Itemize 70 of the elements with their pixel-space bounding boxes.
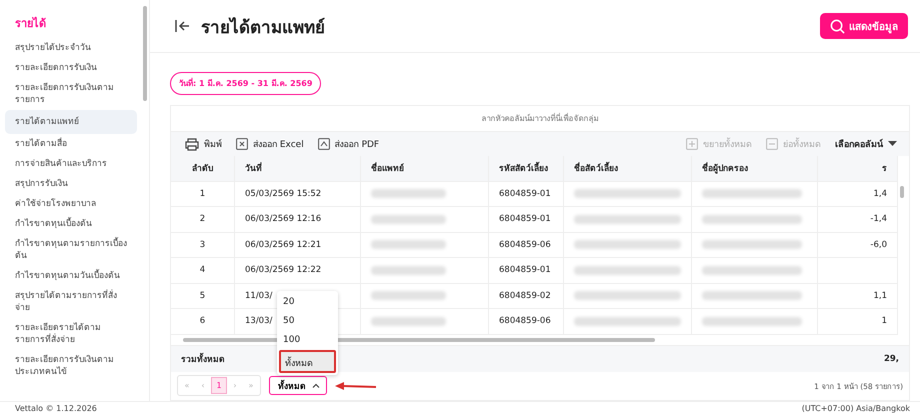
column-header[interactable]: รหัสสัตว์เลี้ยง (489, 156, 564, 180)
document-file-icon (318, 138, 330, 150)
sidebar-item[interactable]: สรุปการรับเงิน (5, 174, 137, 194)
toolbar-button[interactable]: ส่งออก PDF (316, 135, 382, 153)
sidebar-item[interactable]: รายละเอียดการรับเงินตามรายการ (5, 78, 137, 110)
table-cell: -1,4 (818, 207, 898, 232)
sidebar-item[interactable]: สรุปรายได้ประจำวัน (5, 38, 137, 58)
caret-down-icon (888, 141, 897, 147)
table-cell: 1,1 (818, 284, 898, 308)
table-cell: 6804859-01 (489, 207, 564, 232)
sidebar-item[interactable]: กำไรขาดทุนตามรายการเบื้องต้น (5, 234, 137, 266)
annotation-arrow (335, 382, 377, 390)
table-cell: 6804859-02 (489, 284, 564, 308)
sidebar-item[interactable]: รายได้ตามแพทย์ (5, 110, 137, 134)
sidebar-item[interactable]: กำไรขาดทุนตามวันเบื้องต้น (5, 266, 137, 286)
toolbar-button[interactable]: เลือกคอลัมน์ (833, 135, 899, 153)
search-icon (830, 18, 845, 34)
toolbar-button[interactable]: ส่งออก Excel (234, 135, 306, 153)
printer-icon (185, 138, 199, 150)
date-range-chip: วันที่: 1 มี.ค. 2569 - 31 มี.ค. 2569 (170, 72, 322, 95)
sidebar-item[interactable]: รายละเอียดการรับเงินตามประเภทคนไข้ (5, 350, 137, 382)
table-cell: 2 (171, 207, 235, 232)
sidebar-section-title: รายได้ (14, 16, 47, 32)
column-header[interactable]: ลำดับ (171, 156, 235, 180)
minus-square-icon (766, 138, 778, 150)
spreadsheet-file-icon (236, 138, 248, 150)
table-cell: 05/03/2569 15:52 (235, 182, 361, 206)
table-cell: 6804859-06 (489, 309, 564, 334)
table-cell: 6804859-01 (489, 182, 564, 206)
vertical-scrollbar[interactable] (900, 186, 904, 198)
collapse-arrow-icon[interactable] (175, 19, 191, 33)
table-cell: 6804859-01 (489, 258, 564, 282)
column-header[interactable]: ชื่อผู้ปกครอง (692, 156, 818, 180)
table-cell: 06/03/2569 12:16 (235, 207, 361, 232)
page-size-select[interactable]: ทั้งหมด (269, 376, 327, 395)
table-cell: 6 (171, 309, 235, 334)
menu-option[interactable]: ทั้งหมด (279, 350, 336, 372)
toolbar-button[interactable]: พิมพ์ (183, 135, 224, 153)
total-label: รวมทั้งหมด (181, 352, 225, 366)
sidebar-item[interactable]: กำไรขาดทุนเบื้องต้น (5, 214, 137, 234)
column-header[interactable]: ชื่อแพทย์ (361, 156, 489, 180)
table-cell: 06/03/2569 12:22 (235, 258, 361, 282)
footer-version: Vettalo © 1.12.2026 (15, 404, 97, 413)
sidebar-item[interactable]: การจ่ายสินค้าและบริการ (5, 154, 137, 174)
plus-square-icon (686, 138, 698, 150)
table-cell: 4 (171, 258, 235, 282)
sidebar-item[interactable]: รายละเอียดการรับเงิน (5, 58, 137, 78)
column-header[interactable]: ชื่อสัตว์เลี้ยง (564, 156, 692, 180)
table-cell: 1,4 (818, 182, 898, 206)
table-cell: 06/03/2569 12:21 (235, 232, 361, 257)
column-header[interactable]: ร (818, 156, 898, 180)
table-cell: 1 (818, 309, 898, 334)
page-title: รายได้ตามแพทย์ (201, 16, 325, 40)
sidebar-item[interactable]: รายได้ตามสื่อ (5, 134, 137, 154)
table-cell: 3 (171, 232, 235, 257)
column-header[interactable]: วันที่ (235, 156, 361, 180)
menu-option[interactable]: 100 (279, 330, 336, 350)
caret-up-icon (312, 383, 320, 388)
show-data-button[interactable]: แสดงข้อมูล (820, 13, 908, 39)
table-cell: 1 (171, 182, 235, 206)
footer-timezone: (UTC+07:00) Asia/Bangkok (802, 404, 910, 413)
sidebar-item[interactable]: รายละเอียดรายได้ตามรายการที่สั่งจ่าย (5, 318, 137, 350)
scrollbar-thumb[interactable] (143, 6, 147, 101)
total-value: 29, (884, 354, 899, 364)
menu-option[interactable]: 50 (279, 312, 336, 330)
table-cell: 5 (171, 284, 235, 308)
sidebar-item[interactable]: สรุปรายได้ตามรายการที่สั่งจ่าย (5, 286, 137, 318)
sidebar-item[interactable]: ค่าใช้จ่ายโรงพยาบาล (5, 194, 137, 214)
table-cell: 6804859-06 (489, 232, 564, 257)
table-cell: -6,0 (818, 232, 898, 257)
